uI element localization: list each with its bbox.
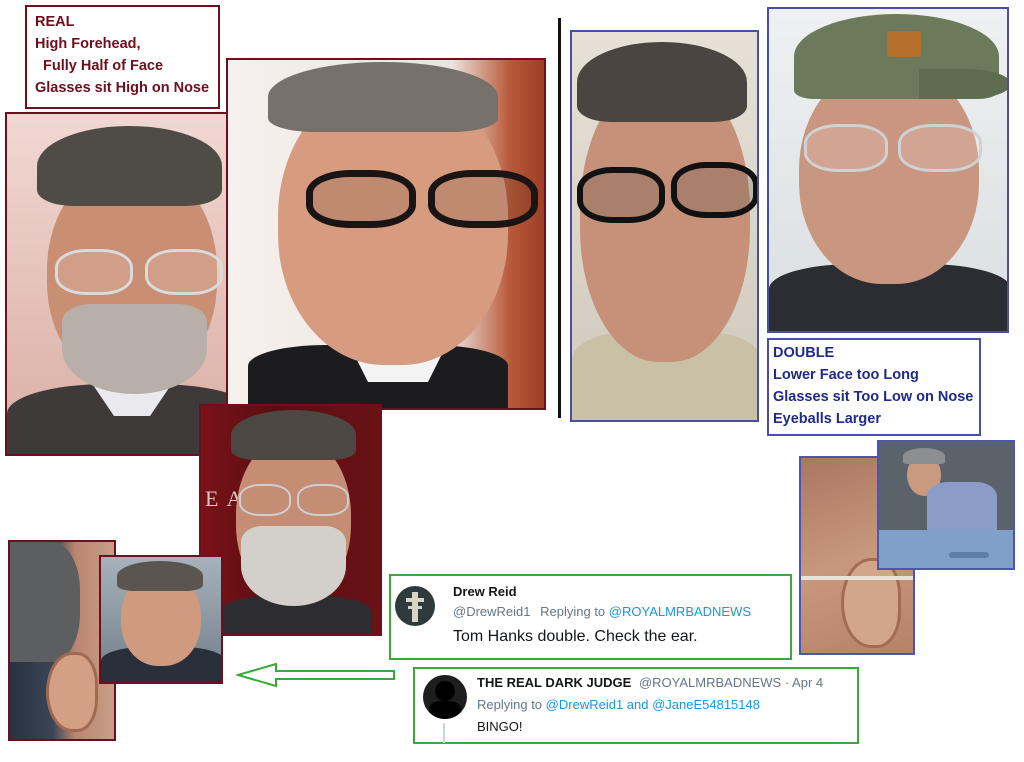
double-in-car-photo bbox=[877, 440, 1015, 570]
double-photo-green-cap bbox=[767, 7, 1009, 333]
tweet-meta: @DrewReid1 Replying to @ROYALMRBADNEWS bbox=[453, 604, 751, 619]
double-label-line-3: Eyeballs Larger bbox=[773, 411, 881, 427]
hair bbox=[117, 561, 203, 591]
green-arrow-icon bbox=[236, 662, 395, 688]
cap-logo-icon bbox=[887, 31, 921, 57]
black-glasses bbox=[306, 170, 541, 230]
replying-to-link[interactable]: @DrewReid1 and @JaneE54815148 bbox=[546, 697, 760, 712]
divider-line bbox=[558, 18, 561, 418]
clear-glasses bbox=[239, 484, 349, 518]
real-label-line-2: Fully Half of Face bbox=[43, 58, 164, 74]
shirt bbox=[927, 482, 997, 530]
tweet-handle-date[interactable]: @ROYALMRBADNEWS · Apr 4 bbox=[639, 675, 823, 690]
beard bbox=[62, 304, 207, 394]
replying-to-link[interactable]: @ROYALMRBADNEWS bbox=[609, 604, 751, 619]
ear bbox=[46, 652, 98, 732]
ear bbox=[841, 558, 901, 648]
hair bbox=[577, 42, 747, 122]
car-body bbox=[879, 530, 1013, 568]
tweet-drew-reid: Drew Reid @DrewReid1 Replying to @ROYALM… bbox=[389, 574, 792, 660]
hair bbox=[268, 62, 498, 132]
door-handle bbox=[949, 552, 989, 558]
avatar[interactable] bbox=[395, 586, 435, 626]
black-glasses bbox=[577, 162, 757, 224]
double-photo-black-glasses bbox=[570, 30, 759, 422]
replying-prefix: Replying to bbox=[477, 697, 543, 712]
hair bbox=[231, 410, 356, 460]
tweet-real-dark-judge: THE REAL DARK JUDGE @ROYALMRBADNEWS · Ap… bbox=[413, 667, 859, 744]
real-label-title: REAL bbox=[35, 14, 75, 30]
cap-brim bbox=[919, 69, 1007, 99]
clear-glasses bbox=[804, 124, 984, 174]
tweet-author-name[interactable]: THE REAL DARK JUDGE bbox=[477, 675, 631, 690]
real-smiling-photo bbox=[99, 555, 223, 684]
tweet-replying: Replying to @DrewReid1 and @JaneE5481514… bbox=[477, 697, 760, 712]
real-label-line-1: High Forehead, bbox=[35, 36, 141, 52]
tweet-handle[interactable]: @DrewReid1 bbox=[453, 604, 531, 619]
tweet-text: Tom Hanks double. Check the ear. bbox=[453, 628, 698, 645]
real-label-box: REAL High Forehead, Fully Half of Face G… bbox=[25, 5, 220, 109]
tweet-author-name[interactable]: Drew Reid bbox=[453, 584, 517, 599]
glasses-arm bbox=[801, 576, 913, 580]
tweet-text: BINGO! bbox=[477, 719, 523, 734]
real-label-line-3: Glasses sit High on Nose bbox=[35, 80, 210, 96]
double-label-box: DOUBLE Lower Face too Long Glasses sit T… bbox=[767, 338, 981, 436]
replying-prefix: Replying to bbox=[540, 604, 606, 619]
double-label-line-1: Lower Face too Long bbox=[773, 367, 919, 383]
silhouette-icon bbox=[435, 681, 455, 701]
cap bbox=[903, 448, 945, 464]
tweet-header: THE REAL DARK JUDGE @ROYALMRBADNEWS · Ap… bbox=[477, 675, 823, 690]
avatar[interactable] bbox=[423, 675, 467, 719]
double-label-title: DOUBLE bbox=[773, 345, 835, 361]
double-label-line-2: Glasses sit Too Low on Nose bbox=[773, 389, 974, 405]
thread-line bbox=[443, 723, 445, 743]
beard bbox=[241, 526, 346, 606]
real-photo-black-glasses bbox=[226, 58, 546, 410]
clear-glasses bbox=[55, 249, 225, 297]
hair bbox=[10, 542, 80, 662]
hair bbox=[37, 126, 222, 206]
real-photo-red-carpet: EA F ye bbox=[199, 404, 382, 636]
